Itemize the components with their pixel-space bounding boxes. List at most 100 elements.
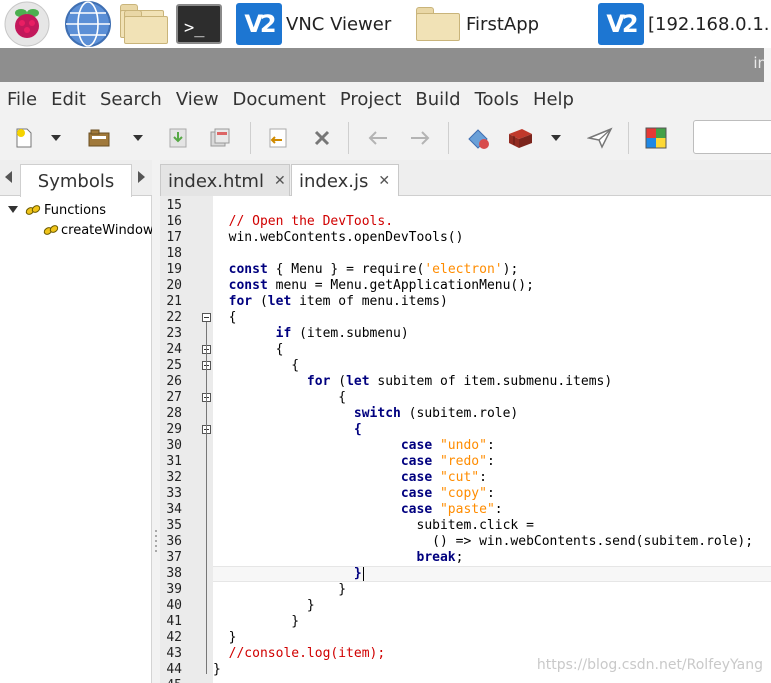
code-line: case "copy": <box>213 486 495 502</box>
arrow-left-icon <box>368 131 387 145</box>
text-caret <box>362 566 364 581</box>
desktop: >_ V2 VNC Viewer FirstApp V2 [192.168.0.… <box>0 0 771 683</box>
tree-item-createwindow[interactable]: createWindow <box>42 220 154 240</box>
compile-icon <box>468 129 489 149</box>
firstapp-task[interactable]: FirstApp <box>416 0 539 48</box>
line-number: 29 <box>166 422 182 437</box>
code-text: { Menu } = require( <box>267 262 425 277</box>
firstapp-label: FirstApp <box>466 13 540 35</box>
color-chooser-button[interactable] <box>642 124 670 152</box>
code-text: ); <box>502 262 519 277</box>
tab-index-js[interactable]: index.js ✕ <box>291 164 399 197</box>
close-icon[interactable]: ✕ <box>378 173 390 189</box>
menu-help[interactable]: Help <box>526 89 581 110</box>
code-line: break; <box>213 550 464 566</box>
code-keyword: for <box>306 374 331 389</box>
save-button[interactable] <box>164 124 192 152</box>
navigate-back-button[interactable] <box>364 124 392 152</box>
code-text: win.webContents.openDevTools() <box>213 230 464 245</box>
navigate-forward-button[interactable] <box>406 124 434 152</box>
tab-symbols[interactable]: Symbols <box>20 164 132 197</box>
code-line: const { Menu } = require('electron'); <box>213 262 519 278</box>
line-number: 44 <box>166 662 182 677</box>
menu-file[interactable]: File <box>0 89 44 110</box>
terminal-glyph: >_ <box>184 18 205 38</box>
build-dropdown[interactable] <box>548 124 564 152</box>
close-file-button[interactable] <box>308 124 336 152</box>
line-number: 36 <box>166 534 182 549</box>
open-folder-icon <box>88 129 110 147</box>
line-number: 32 <box>166 470 182 485</box>
save-all-button[interactable] <box>206 124 234 152</box>
menu-tools[interactable]: Tools <box>468 89 526 110</box>
code-text: : <box>486 486 495 501</box>
watermark: https://blog.csdn.net/RolfeyYang <box>536 657 763 673</box>
sidebar-splitter[interactable] <box>152 160 160 683</box>
code-editor[interactable]: 15 16 17 18 19 20 21 22 23 24 25 26 27 28 29 30 31 32 33 34… <box>160 196 771 683</box>
code-line: case "undo": <box>213 438 495 454</box>
code-area[interactable]: // Open the DevTools. win.webContents.op… <box>213 196 771 683</box>
vnc-viewer-label: VNC Viewer <box>286 13 392 35</box>
new-file-dropdown[interactable] <box>48 124 64 152</box>
code-text: ; <box>455 550 464 565</box>
menu-project[interactable]: Project <box>333 89 409 110</box>
vnc-session-task[interactable]: V2 [192.168.0.1... <box>598 0 771 48</box>
line-number: 27 <box>166 390 182 405</box>
line-number: 41 <box>166 614 182 629</box>
file-manager-button[interactable] <box>120 0 168 48</box>
code-line: for (let subitem of item.submenu.items) <box>213 374 612 390</box>
vnc-icon: V2 <box>236 3 282 45</box>
execute-button[interactable] <box>586 124 614 152</box>
save-icon <box>169 128 187 148</box>
build-button[interactable] <box>506 124 534 152</box>
open-file-button[interactable] <box>86 124 114 152</box>
toolbar-separator <box>448 122 449 154</box>
window-title-bar[interactable]: in <box>0 48 771 82</box>
code-string: "paste" <box>439 502 495 517</box>
fold-toggle[interactable] <box>202 313 211 322</box>
compile-button[interactable] <box>464 124 492 152</box>
menu-view[interactable]: View <box>169 89 226 110</box>
tree-group-functions[interactable]: Functions <box>8 200 106 220</box>
code-string: "copy" <box>439 486 487 501</box>
open-file-dropdown[interactable] <box>130 124 146 152</box>
code-keyword: case <box>400 470 433 485</box>
code-line: { <box>213 342 284 358</box>
terminal-button[interactable]: >_ <box>176 0 222 48</box>
menu-document[interactable]: Document <box>226 89 333 110</box>
function-icon <box>25 205 41 215</box>
browser-button[interactable] <box>64 0 112 48</box>
code-line: //console.log(item); <box>213 646 386 662</box>
tree-group-label: Functions <box>44 202 107 218</box>
code-string: "undo" <box>439 438 487 453</box>
code-keyword: const <box>228 278 268 293</box>
code-line: { <box>213 358 299 374</box>
line-number: 21 <box>166 294 182 309</box>
code-text: : <box>486 438 495 453</box>
line-number: 15 <box>166 198 182 213</box>
tab-index-html[interactable]: index.html ✕ <box>160 164 290 197</box>
sidebar-prev-tab-arrow[interactable] <box>5 171 12 183</box>
line-number: 43 <box>166 646 182 661</box>
line-number: 39 <box>166 582 182 597</box>
raspberry-menu-button[interactable] <box>4 0 50 48</box>
code-text: } <box>213 630 237 645</box>
code-text: ( <box>330 374 347 389</box>
code-text: } <box>213 662 221 677</box>
revert-button[interactable] <box>264 124 292 152</box>
close-icon[interactable]: ✕ <box>274 173 286 189</box>
sidebar-next-tab-arrow[interactable] <box>138 171 145 183</box>
new-file-button[interactable] <box>10 124 38 152</box>
vnc-viewer-task[interactable]: V2 VNC Viewer <box>236 0 391 48</box>
menu-build[interactable]: Build <box>408 89 467 110</box>
close-icon <box>314 130 330 146</box>
menu-search[interactable]: Search <box>93 89 169 110</box>
toolbar-search-input[interactable] <box>693 120 771 154</box>
code-text: subitem.click = <box>213 518 534 533</box>
menu-edit[interactable]: Edit <box>44 89 93 110</box>
